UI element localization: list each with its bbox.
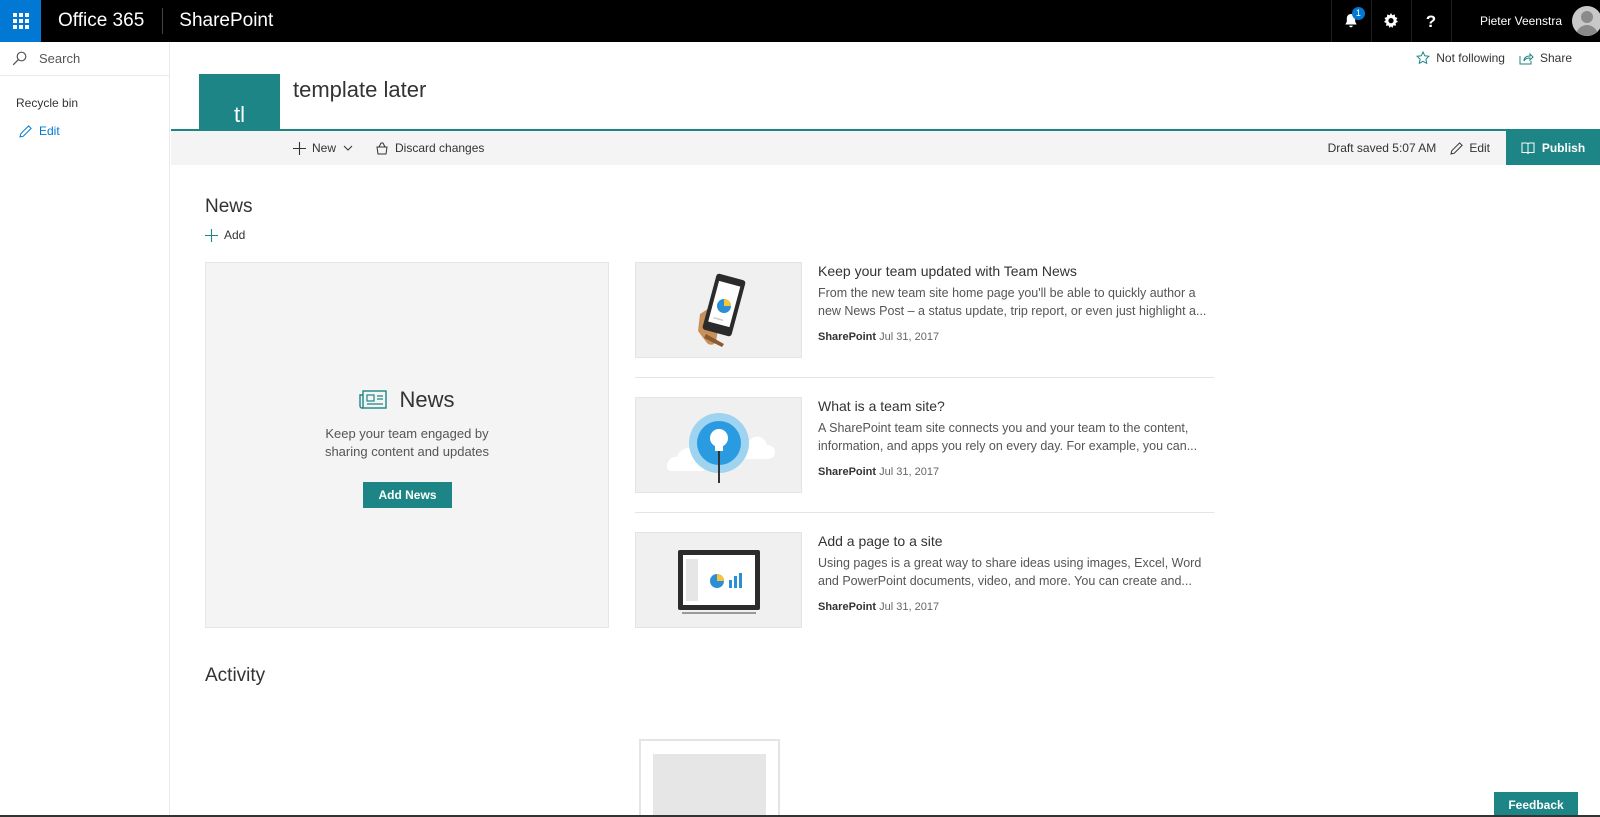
news-item-meta: SharePoint Jul 31, 2017 [818,466,1214,478]
publish-button[interactable]: Publish [1506,131,1600,165]
site-title[interactable]: template later [293,77,426,103]
site-actions: Not following Share [1402,51,1572,65]
sharepoint-link[interactable]: SharePoint [163,10,273,32]
newspaper-icon [359,390,388,409]
gear-icon [1384,13,1399,28]
activity-section-title: Activity [205,665,266,686]
nav-recycle-bin[interactable]: Recycle bin [0,76,169,110]
news-placeholder-heading: News [206,387,608,413]
news-thumbnail [635,397,802,493]
nav-edit-link[interactable]: Edit [0,110,169,138]
discard-changes-button[interactable]: Discard changes [375,141,484,155]
publish-label: Publish [1541,141,1586,155]
add-news-button[interactable]: Add News [363,482,452,508]
news-item-text: Add a page to a site Using pages is a gr… [818,532,1214,613]
edit-button[interactable]: Edit [1450,141,1490,155]
chevron-down-icon [343,145,353,151]
phone-chart-icon [697,273,745,347]
news-add-label: Add [224,228,246,242]
news-placeholder-title: News [399,387,455,412]
news-item-author: SharePoint [818,466,877,478]
news-item-desc: Using pages is a great way to share idea… [818,556,1202,588]
app-launcher-button[interactable] [0,0,41,42]
command-bar-left: New Discard changes [293,131,500,165]
search-box[interactable]: Search [0,42,169,76]
notification-badge: 1 [1351,7,1365,20]
news-item-text: What is a team site? A SharePoint team s… [818,397,1214,478]
plus-icon [293,141,306,155]
nav-edit-label: Edit [39,124,60,138]
book-icon [1521,142,1535,154]
avatar [1572,6,1600,36]
pencil-icon [1450,141,1464,155]
pencil-icon [19,124,32,138]
notifications-button[interactable]: 1 [1330,0,1371,42]
new-label: New [312,141,337,155]
suite-bar: Office 365 SharePoint 1 ? Pieter Veenstr… [0,0,1600,42]
feedback-button[interactable]: Feedback [1494,792,1578,817]
news-item-title[interactable]: What is a team site? [818,397,1214,415]
news-item-date: Jul 31, 2017 [879,601,940,613]
news-item[interactable]: Add a page to a site Using pages is a gr… [635,532,1214,630]
command-bar-right: Draft saved 5:07 AM Edit Publish [1328,131,1600,165]
news-add-button[interactable]: Add [205,228,245,242]
share-label: Share [1539,51,1572,65]
laptop-chart-icon [677,550,760,614]
settings-button[interactable] [1370,0,1411,42]
news-item-meta: SharePoint Jul 31, 2017 [818,331,1214,343]
command-bar: New Discard changes Draft saved 5:07 AM … [171,131,1600,165]
news-thumbnail [635,262,802,358]
follow-button[interactable]: Not following [1416,51,1505,65]
discard-icon [376,142,388,154]
news-item-title[interactable]: Add a page to a site [818,532,1214,550]
search-placeholder: Search [39,51,81,66]
share-icon [1519,52,1534,64]
help-icon: ? [1426,12,1436,30]
follow-label: Not following [1436,51,1505,65]
news-item-desc: From the new team site home page you'll … [818,286,1207,318]
news-divider [635,512,1214,513]
lightbulb-cloud-icon [666,413,775,483]
news-item[interactable]: What is a team site? A SharePoint team s… [635,397,1214,495]
activity-card-placeholder [639,739,780,817]
news-item[interactable]: Keep your team updated with Team News Fr… [635,262,1214,360]
edit-label: Edit [1469,141,1490,155]
news-thumbnail [635,532,802,628]
news-section-title: News [205,196,253,217]
news-item-date: Jul 31, 2017 [879,331,940,343]
news-item-date: Jul 31, 2017 [879,466,940,478]
share-button[interactable]: Share [1519,51,1572,65]
waffle-icon [12,13,29,29]
news-placeholder-desc: Keep your team engaged by sharing conten… [324,426,490,459]
news-item-author: SharePoint [818,601,877,613]
star-icon [1416,51,1431,65]
new-button[interactable]: New [293,141,359,155]
plus-icon [205,228,218,242]
news-item-text: Keep your team updated with Team News Fr… [818,262,1214,343]
draft-status: Draft saved 5:07 AM [1327,141,1437,155]
user-menu[interactable]: Pieter Veenstra [1450,0,1600,42]
user-name: Pieter Veenstra [1479,14,1562,28]
activity-card-image [653,754,766,817]
news-item-author: SharePoint [818,331,877,343]
help-button[interactable]: ? [1410,0,1451,42]
news-item-desc: A SharePoint team site connects you and … [818,421,1198,453]
suite-bar-right: 1 ? Pieter Veenstra [1330,0,1600,42]
news-item-meta: SharePoint Jul 31, 2017 [818,601,1214,613]
svg-text:?: ? [1426,12,1436,30]
news-divider [635,377,1214,378]
news-placeholder-panel: News Keep your team engaged by sharing c… [205,262,609,628]
news-item-title[interactable]: Keep your team updated with Team News [818,262,1214,280]
discard-label: Discard changes [395,141,485,155]
search-icon [12,51,27,66]
office365-link[interactable]: Office 365 [41,8,164,34]
left-nav: Search Recycle bin Edit [0,42,170,817]
